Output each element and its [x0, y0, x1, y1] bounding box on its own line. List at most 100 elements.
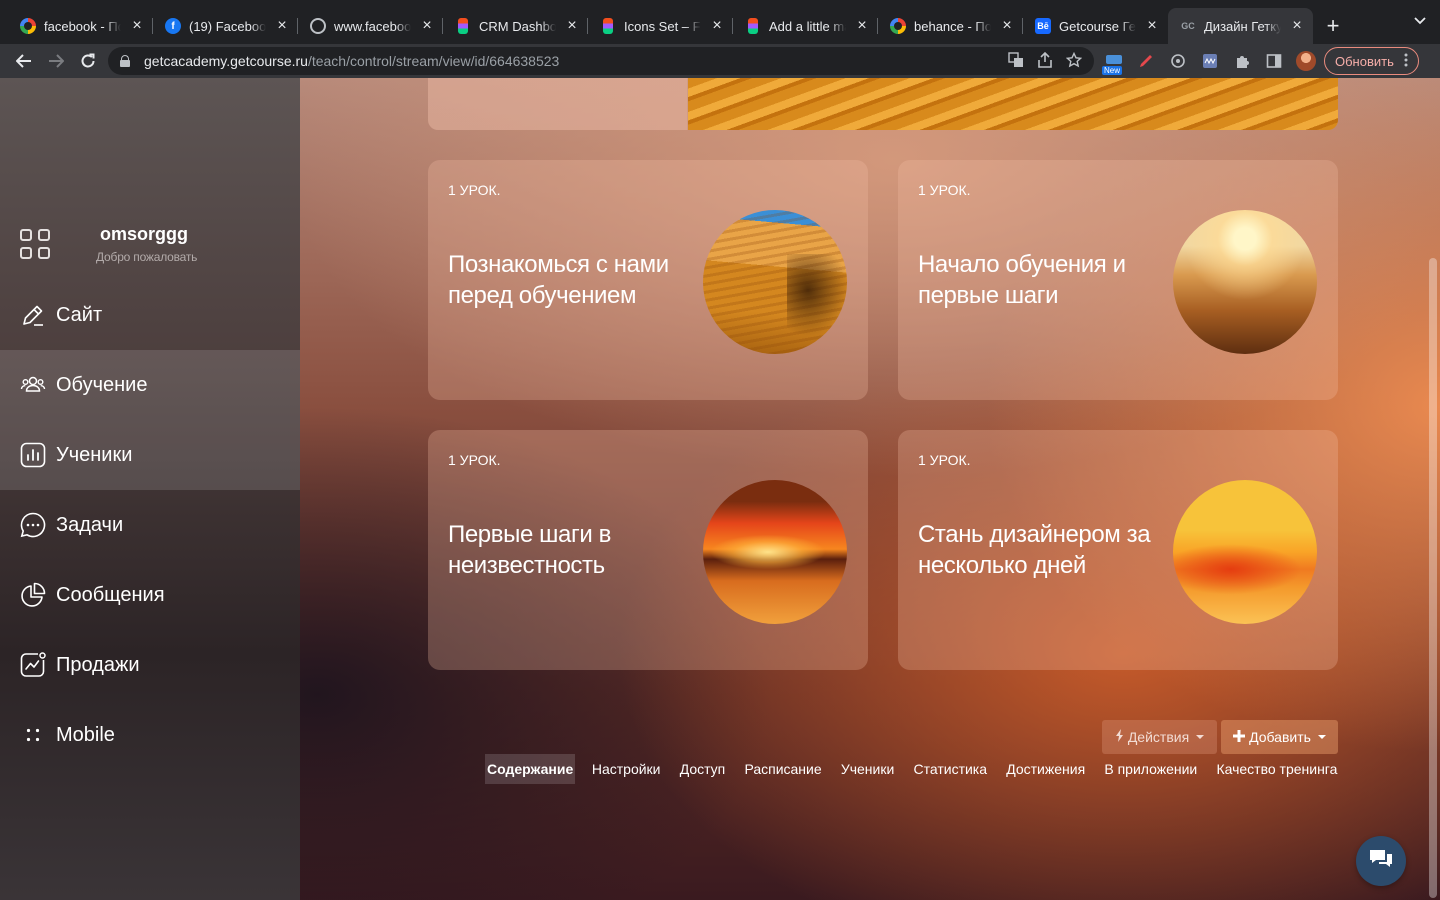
address-bar[interactable]: getcacademy.getcourse.ru/teach/control/s…	[108, 47, 1094, 75]
lesson-card[interactable]: 1 УРОК. Познакомься с нами перед обучени…	[428, 160, 868, 400]
tab-title: CRM Dashboa	[479, 18, 556, 34]
globe-icon	[310, 18, 326, 34]
user-subtitle: Добро пожаловать	[96, 250, 198, 264]
close-icon[interactable]: ×	[129, 17, 145, 35]
sidebar-item-label: Обучение	[56, 373, 148, 396]
close-icon[interactable]: ×	[1289, 17, 1305, 35]
close-icon[interactable]: ×	[1144, 17, 1160, 35]
lesson-number: 1 УРОК.	[448, 452, 501, 468]
chat-widget-button[interactable]	[1356, 836, 1406, 886]
add-label: Добавить	[1249, 729, 1311, 745]
side-panel-icon[interactable]	[1262, 49, 1286, 73]
close-icon[interactable]: ×	[419, 17, 435, 35]
facebook-icon: f	[165, 18, 181, 34]
hero-desert-image	[688, 78, 1338, 130]
subnav-content[interactable]: Содержание	[485, 754, 576, 784]
pen-extension-icon[interactable]	[1134, 49, 1158, 73]
lightning-icon	[1115, 729, 1124, 745]
wave-extension-icon[interactable]	[1198, 49, 1222, 73]
apps-grid-icon[interactable]	[20, 229, 50, 259]
subnav-statistics[interactable]: Статистика	[904, 754, 997, 784]
lesson-title: Познакомься с нами перед обучением	[448, 251, 669, 309]
sidebar-item-site[interactable]: Сайт	[0, 280, 300, 350]
sidebar-item-label: Задачи	[56, 513, 124, 536]
actions-dropdown-button[interactable]: Действия	[1102, 720, 1217, 754]
sidebar-item-messages[interactable]: Сообщения	[0, 560, 300, 630]
update-button[interactable]: Обновить	[1324, 47, 1419, 75]
lesson-title: Первые шаги в неизвестность	[448, 521, 611, 579]
lesson-image	[1173, 480, 1317, 624]
lock-icon	[120, 55, 130, 67]
lesson-image	[703, 480, 847, 624]
lesson-card[interactable]: 1 УРОК. Стань дизайнером за несколько дн…	[898, 430, 1338, 670]
puzzle-icon[interactable]	[1230, 49, 1254, 73]
sidebar-item-label: Сообщения	[56, 583, 165, 606]
close-icon[interactable]: ×	[999, 17, 1015, 35]
tab-title: facebook - Пои	[44, 18, 121, 34]
tab-title: Дизайн Геткур	[1204, 18, 1281, 34]
subnav-quality[interactable]: Качество тренинга	[1207, 754, 1347, 784]
pie-chart-icon	[20, 582, 46, 608]
subnav-students[interactable]: Ученики	[831, 754, 904, 784]
translate-icon[interactable]	[1008, 51, 1024, 71]
subnav-in-app[interactable]: В приложении	[1095, 754, 1207, 784]
scrollbar-thumb[interactable]	[1429, 258, 1437, 898]
tab-search-chevron-icon[interactable]	[1414, 14, 1426, 28]
add-dropdown-button[interactable]: Добавить	[1221, 720, 1338, 754]
lesson-card[interactable]: 1 УРОК. Первые шаги в неизвестность	[428, 430, 868, 670]
subnav-settings[interactable]: Настройки	[582, 754, 670, 784]
browser-tab[interactable]: behance - Пои ×	[878, 8, 1023, 44]
browser-tab[interactable]: Bē Getcourse Гет ×	[1023, 8, 1168, 44]
page-content: omsorggg Добро пожаловать Сайт Обучение …	[0, 78, 1440, 900]
lesson-number: 1 УРОК.	[918, 182, 971, 198]
lesson-title: Начало обучения и первые шаги	[918, 251, 1126, 309]
subnav-schedule[interactable]: Расписание	[735, 754, 831, 784]
sidebar-item-label: Ученики	[56, 443, 133, 466]
sidebar-item-learning[interactable]: Обучение	[0, 350, 300, 420]
sidebar-item-tasks[interactable]: Задачи	[0, 490, 300, 560]
extension-globe-icon[interactable]	[1166, 49, 1190, 73]
lesson-image	[703, 210, 847, 354]
share-icon[interactable]	[1038, 51, 1052, 71]
kebab-menu-icon[interactable]	[1404, 53, 1408, 70]
lesson-card[interactable]: 1 УРОК. Начало обучения и первые шаги	[898, 160, 1338, 400]
browser-tab[interactable]: Add a little ma ×	[733, 8, 878, 44]
bookmark-star-icon[interactable]	[1065, 51, 1083, 71]
figma-icon	[748, 18, 758, 34]
close-icon[interactable]: ×	[709, 17, 725, 35]
close-icon[interactable]: ×	[854, 17, 870, 35]
reload-button[interactable]	[72, 47, 104, 75]
browser-tab[interactable]: f (19) Facebook ×	[153, 8, 298, 44]
browser-tab[interactable]: facebook - Пои ×	[8, 8, 153, 44]
extension-new-icon[interactable]: New	[1102, 49, 1126, 75]
google-icon	[890, 18, 906, 34]
browser-tab[interactable]: www.faceboo ×	[298, 8, 443, 44]
browser-tab[interactable]: CRM Dashboa ×	[443, 8, 588, 44]
browser-tab-bar: facebook - Пои × f (19) Facebook × www.f…	[0, 0, 1440, 44]
users-icon	[20, 372, 46, 398]
url-path: /teach/control/stream/view/id/664638523	[307, 53, 560, 69]
url-host: getcacademy.getcourse.ru	[144, 53, 308, 69]
training-subnav: Содержание Настройки Доступ Расписание У…	[485, 754, 1347, 784]
sidebar-item-mobile[interactable]: Mobile	[0, 700, 300, 770]
browser-tab-active[interactable]: GC Дизайн Геткур ×	[1168, 8, 1313, 44]
sidebar-item-sales[interactable]: Продажи	[0, 630, 300, 700]
forward-button[interactable]	[40, 47, 72, 75]
subnav-access[interactable]: Доступ	[670, 754, 735, 784]
browser-tab[interactable]: Icons Set – Fig ×	[588, 8, 733, 44]
bar-chart-icon	[20, 442, 46, 468]
back-button[interactable]	[8, 47, 40, 75]
user-block: omsorggg Добро пожаловать	[20, 224, 280, 264]
page-scrollbar[interactable]	[1427, 258, 1438, 898]
hero-banner	[428, 78, 1338, 130]
actions-label: Действия	[1127, 729, 1190, 745]
subnav-achievements[interactable]: Достижения	[997, 754, 1095, 784]
close-icon[interactable]: ×	[564, 17, 580, 35]
close-icon[interactable]: ×	[274, 17, 290, 35]
new-tab-button[interactable]: +	[1313, 8, 1353, 44]
sidebar-item-students[interactable]: Ученики	[0, 420, 300, 490]
tab-title: Icons Set – Fig	[624, 18, 701, 34]
profile-avatar[interactable]	[1296, 51, 1316, 71]
pencil-icon	[20, 302, 46, 328]
figma-icon	[458, 18, 468, 34]
